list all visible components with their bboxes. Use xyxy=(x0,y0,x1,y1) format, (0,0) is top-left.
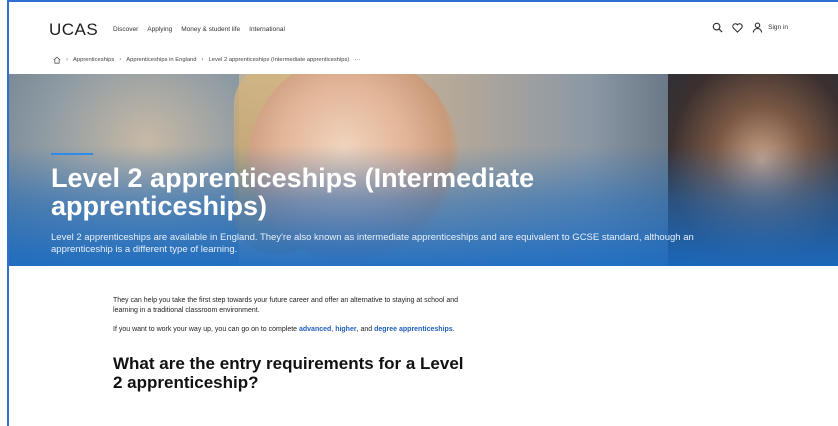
intro-paragraph: They can help you take the first step to… xyxy=(113,297,459,314)
breadcrumb: › Apprenticeships › Apprenticeships in E… xyxy=(53,56,360,64)
main-nav: Discover Applying Money & student life I… xyxy=(113,26,285,33)
progression-separator: , and xyxy=(356,326,375,333)
search-icon[interactable] xyxy=(712,22,723,33)
breadcrumb-separator: › xyxy=(201,57,204,63)
ucas-logo[interactable]: UCAS xyxy=(49,20,98,40)
main-content: They can help you take the first step to… xyxy=(113,296,483,392)
user-icon[interactable] xyxy=(752,22,763,33)
advanced-apprenticeships-link[interactable]: advanced xyxy=(299,326,331,333)
nav-item-discover[interactable]: Discover xyxy=(113,26,138,33)
breadcrumb-apprenticeships-in-england[interactable]: Apprenticeships in England xyxy=(126,57,196,63)
heart-icon[interactable] xyxy=(732,22,743,33)
home-icon[interactable] xyxy=(53,56,61,64)
breadcrumb-separator: › xyxy=(66,57,68,63)
hero-accent-line xyxy=(51,153,93,155)
higher-apprenticeships-link[interactable]: higher xyxy=(335,326,356,333)
progression-end: . xyxy=(452,326,455,333)
nav-item-money-student-life[interactable]: Money & student life xyxy=(181,26,240,33)
header-actions: Sign in xyxy=(712,22,788,33)
entry-requirements-heading: What are the entry requirements for a Le… xyxy=(113,354,464,392)
hero-banner: Level 2 apprenticeships (Intermediate ap… xyxy=(9,74,838,266)
sign-in-link[interactable]: Sign in xyxy=(768,24,788,31)
nav-item-international[interactable]: International xyxy=(249,26,285,33)
breadcrumb-apprenticeships[interactable]: Apprenticeships xyxy=(73,57,114,63)
nav-item-applying[interactable]: Applying xyxy=(147,26,172,33)
breadcrumb-current-page: Level 2 apprenticeships (Intermediate ap… xyxy=(208,57,350,63)
breadcrumb-more-button[interactable]: ··· xyxy=(354,57,360,63)
site-header: UCAS Discover Applying Money & student l… xyxy=(9,2,838,74)
page-title: Level 2 apprenticeships (Intermediate ap… xyxy=(51,163,535,221)
progression-paragraph: If you want to work your way up, you can… xyxy=(113,325,483,335)
breadcrumb-separator: › xyxy=(119,57,122,63)
page-intro: Level 2 apprenticeships are available in… xyxy=(51,232,694,255)
degree-apprenticeships-link[interactable]: degree apprenticeships xyxy=(374,326,453,333)
progression-text: If you want to work your way up, you can… xyxy=(113,326,299,333)
